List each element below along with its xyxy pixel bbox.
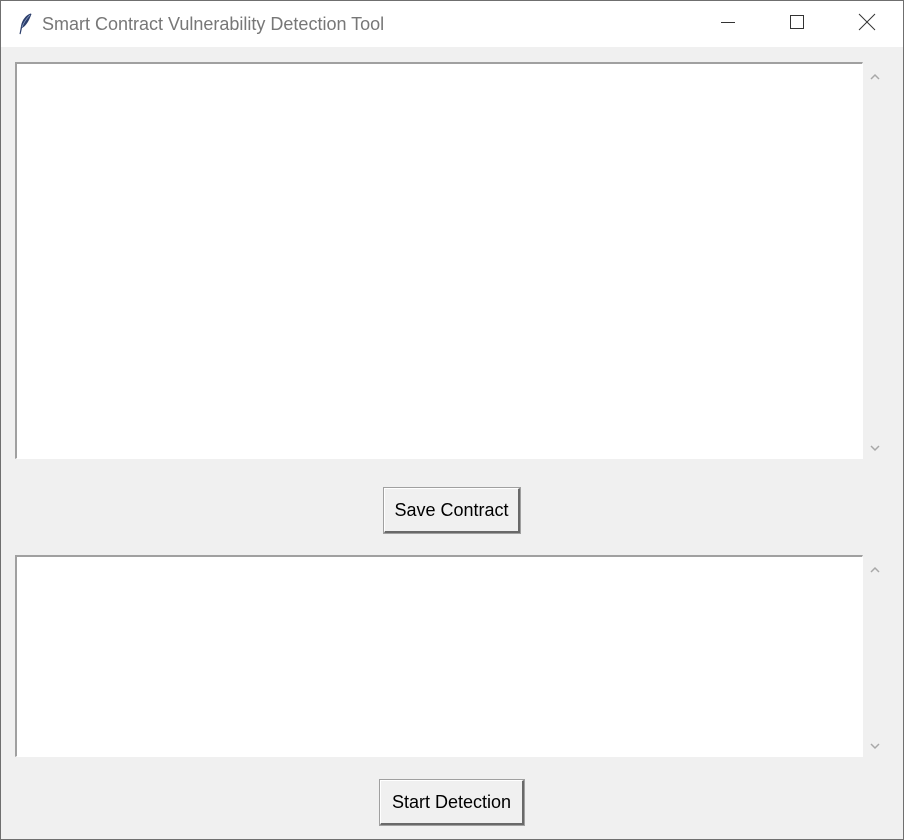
close-icon bbox=[858, 13, 876, 36]
chevron-up-icon[interactable] bbox=[868, 70, 882, 84]
detection-results-textarea[interactable] bbox=[15, 555, 863, 757]
chevron-down-icon[interactable] bbox=[868, 441, 882, 455]
window-title: Smart Contract Vulnerability Detection T… bbox=[42, 14, 385, 34]
detection-results-scrollbar[interactable] bbox=[863, 555, 888, 757]
minimize-icon bbox=[720, 14, 736, 35]
contract-code-scrollbar[interactable] bbox=[863, 62, 888, 459]
title-bar[interactable]: Smart Contract Vulnerability Detection T… bbox=[1, 1, 903, 47]
maximize-icon bbox=[789, 14, 805, 35]
close-button[interactable] bbox=[833, 1, 901, 47]
chevron-up-icon[interactable] bbox=[868, 563, 882, 577]
feather-icon bbox=[17, 12, 33, 36]
start-detection-button[interactable]: Start Detection bbox=[379, 779, 525, 826]
chevron-down-icon[interactable] bbox=[868, 739, 882, 753]
client-area: Save Contract Start Detection bbox=[1, 47, 903, 839]
save-contract-button[interactable]: Save Contract bbox=[383, 487, 521, 534]
app-window: Smart Contract Vulnerability Detection T… bbox=[0, 0, 904, 840]
contract-code-textarea[interactable] bbox=[15, 62, 863, 459]
minimize-button[interactable] bbox=[694, 1, 762, 47]
maximize-button[interactable] bbox=[763, 1, 831, 47]
